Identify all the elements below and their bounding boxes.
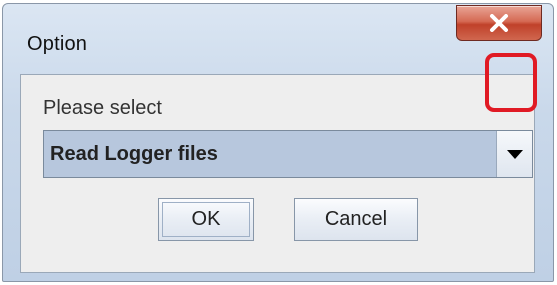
dialog-title: Option xyxy=(27,33,88,55)
combobox-dropdown-button[interactable] xyxy=(496,131,532,177)
close-icon xyxy=(490,14,508,32)
close-button[interactable] xyxy=(456,5,542,41)
ok-button-focus-ring xyxy=(162,202,250,237)
option-combobox[interactable]: Read Logger files xyxy=(43,130,533,178)
ok-button[interactable]: OK xyxy=(158,198,254,241)
title-bar[interactable]: Option xyxy=(3,4,553,74)
cancel-button-label: Cancel xyxy=(324,208,388,230)
select-prompt-label: Please select xyxy=(43,97,162,119)
option-dialog: Option Please select Read Logger files O… xyxy=(2,3,554,282)
dialog-content: Please select Read Logger files OK Cance… xyxy=(20,74,535,273)
chevron-down-icon xyxy=(506,149,523,159)
cancel-button[interactable]: Cancel xyxy=(294,198,418,241)
combobox-selected-value: Read Logger files xyxy=(50,143,218,165)
